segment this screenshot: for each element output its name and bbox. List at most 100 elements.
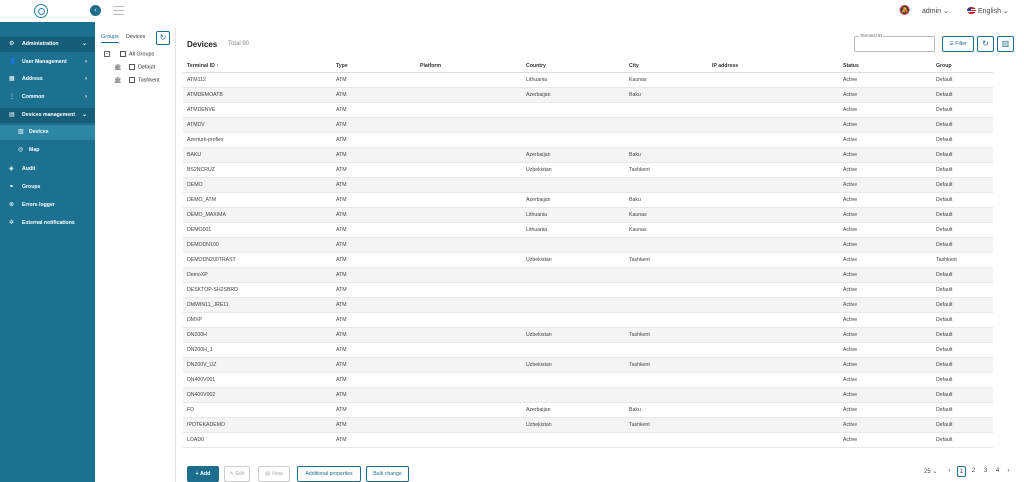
page-4-button[interactable]: 4 — [993, 466, 1002, 477]
tree-item-tashkent[interactable]: Tashkent — [129, 77, 160, 83]
table-row[interactable]: DMXP ATM Active Default — [183, 313, 993, 328]
terminal-id-input[interactable]: Terminal ID — [854, 33, 935, 52]
cell-status: Active — [843, 122, 858, 128]
sidebar-item-devices-management[interactable]: ▤ Devices management ⌄ — [0, 108, 95, 123]
gear-icon: ⚙ — [9, 41, 15, 47]
view-button[interactable]: ▤ View — [258, 466, 290, 482]
sidebar-item-address[interactable]: ▦ Address › — [0, 72, 95, 87]
checkbox[interactable] — [120, 51, 126, 57]
language-selector[interactable]: English ⌄ — [978, 7, 1009, 15]
table-row[interactable]: BAKU ATM Azerbaijan Baku Active Default — [183, 148, 993, 163]
sidebar-item-map[interactable]: ◎ Map — [0, 143, 95, 158]
column-header-city[interactable]: City — [629, 59, 709, 73]
column-header-status[interactable]: Status — [843, 59, 933, 73]
cell-type: ATM — [336, 302, 347, 308]
cell-terminal-id: DEMO — [187, 182, 203, 188]
table-row[interactable]: DEMO001 ATM Lithuania Kaunas Active Default — [183, 223, 993, 238]
user-menu[interactable]: admin ⌄ — [922, 7, 949, 15]
sidebar-item-common[interactable]: ⋮ Common › — [0, 90, 95, 105]
table-row[interactable]: DN400V001 ATM Active Default — [183, 373, 993, 388]
table-row[interactable]: FD ATM Azerbaijan Baku Active Default — [183, 403, 993, 418]
notifications-off-icon[interactable]: 🔕 — [899, 5, 910, 16]
page-2-button[interactable]: 2 — [969, 466, 978, 477]
sidebar-item-label: Address — [22, 76, 43, 82]
tab-devices[interactable]: Devices — [126, 34, 145, 40]
groups-icon: ⚭ — [9, 184, 15, 190]
edit-button[interactable]: ✎ Edit — [224, 466, 250, 482]
page-size-select[interactable]: 25 ⌄ — [924, 468, 937, 475]
table-row[interactable]: ATMDENVE ATM Active Default — [183, 103, 993, 118]
cell-status: Active — [843, 272, 858, 278]
table-row[interactable]: ATMDEMOATB ATM Azerbaijan Baku Active Default — [183, 88, 993, 103]
sidebar-item-external-notifications[interactable]: ✲ External notifications — [0, 216, 95, 231]
table-row[interactable]: DEMO_ATM ATM Azerbaijan Baku Active Default — [183, 193, 993, 208]
table-row[interactable]: DESKTOP-SH2SBRD ATM Active Default — [183, 283, 993, 298]
filter-button[interactable]: ☰ Filter — [942, 36, 974, 52]
table-row[interactable]: IPOTEKADEMO ATM Uzbekistan Tashkent Active De… — [183, 418, 993, 433]
table-row[interactable]: Azerturk-profiex ATM Active Default — [183, 133, 993, 148]
refresh-button[interactable]: ↻ — [977, 36, 994, 52]
address-book-icon: ▦ — [9, 76, 15, 82]
add-button[interactable]: + Add — [187, 466, 219, 482]
sidebar-item-groups[interactable]: ⚭ Groups — [0, 180, 95, 195]
table-row[interactable]: DemoXP ATM Active Default — [183, 268, 993, 283]
sidebar-item-user-management[interactable]: 👤 User Management › — [0, 55, 95, 70]
prev-page-button[interactable]: ‹ — [945, 466, 954, 477]
table-row[interactable]: ATMDV ATM Active Default — [183, 118, 993, 133]
refresh-groups-button[interactable]: ↻ — [156, 31, 170, 45]
cell-type: ATM — [336, 437, 347, 443]
table-row[interactable]: DN200H_1 ATM Active Default — [183, 343, 993, 358]
cell-type: ATM — [336, 392, 347, 398]
next-page-button[interactable]: › — [1004, 466, 1013, 477]
tree-item-default[interactable]: Default — [129, 64, 155, 70]
page-3-button[interactable]: 3 — [981, 466, 990, 477]
cell-terminal-id: DESKTOP-SH2SBRD — [187, 287, 238, 293]
filter-label: Filter — [955, 41, 967, 47]
cell-terminal-id: DEMODN100 — [187, 242, 219, 248]
column-header-terminal-id[interactable]: Terminal ID ↑ — [187, 59, 337, 73]
table-row[interactable]: DEMO ATM Active Default — [183, 178, 993, 193]
table-row[interactable]: LOAD0 ATM Active Default — [183, 433, 993, 448]
cell-type: ATM — [336, 362, 347, 368]
cell-terminal-id: DN400V001 — [187, 377, 216, 383]
user-icon: 👤 — [9, 59, 17, 65]
table-row[interactable]: DN200V_UZ ATM Uzbekistan Tashkent Active Defa… — [183, 358, 993, 373]
table-row[interactable]: ATM112 ATM Lithuania Kaunas Active Default — [183, 73, 993, 88]
menu-icon[interactable] — [113, 6, 124, 15]
cell-type: ATM — [336, 77, 347, 83]
tab-groups[interactable]: Groups — [101, 34, 119, 43]
cell-group: Default — [936, 332, 953, 338]
devices-table: Terminal ID ↑ Type Platform Country City… — [183, 59, 993, 448]
table-row[interactable]: BS2NCRUZ ATM Uzbekistan Tashkent Active Defau… — [183, 163, 993, 178]
table-row[interactable]: DEMODN200TRAST ATM Uzbekistan Tashkent Activ… — [183, 253, 993, 268]
column-header-type[interactable]: Type — [336, 59, 416, 73]
cell-group: Default — [936, 302, 953, 308]
table-row[interactable]: DN200H ATM Uzbekistan Tashkent Active Default — [183, 328, 993, 343]
column-header-country[interactable]: Country — [526, 59, 626, 73]
collapse-sidebar-button[interactable]: ‹ — [90, 5, 101, 16]
column-header-ip-address[interactable]: IP address — [712, 59, 832, 73]
table-row[interactable]: DEMODN100 ATM Active Default — [183, 238, 993, 253]
sidebar-item-audit[interactable]: ◈ Audit — [0, 162, 95, 177]
column-header-group[interactable]: Group — [936, 59, 996, 73]
sidebar-item-errors-logger[interactable]: ⊗ Errors logger — [0, 198, 95, 213]
cell-type: ATM — [336, 332, 347, 338]
sidebar-item-administration[interactable]: ⚙ Administration ⌄ — [0, 37, 95, 52]
table-row[interactable]: DEMO_MAXIMA ATM Lithuania Kaunas Active Defau… — [183, 208, 993, 223]
checkbox[interactable] — [129, 77, 135, 83]
bulk-change-button[interactable]: Bulk change — [366, 466, 409, 482]
collapse-tree-icon[interactable]: − — [104, 51, 110, 57]
table-row[interactable]: DMWIN11_JRE11 ATM Active Default — [183, 298, 993, 313]
table-row[interactable]: DN400V002 ATM Active Default — [183, 388, 993, 403]
cell-terminal-id: DN400V002 — [187, 392, 216, 398]
page-1-button[interactable]: 1 — [957, 466, 966, 477]
sidebar-item-label: User Management — [22, 59, 67, 65]
tree-item-all-groups[interactable]: All Groups — [120, 51, 154, 57]
checkbox[interactable] — [129, 64, 135, 70]
columns-settings-button[interactable]: ▥ — [997, 36, 1014, 52]
additional-properties-button[interactable]: Additional properties — [297, 466, 361, 482]
sidebar-item-devices[interactable]: ▥ Devices — [0, 125, 95, 140]
cell-status: Active — [843, 137, 858, 143]
column-header-platform[interactable]: Platform — [420, 59, 520, 73]
sidebar-item-label: Devices — [29, 129, 49, 135]
